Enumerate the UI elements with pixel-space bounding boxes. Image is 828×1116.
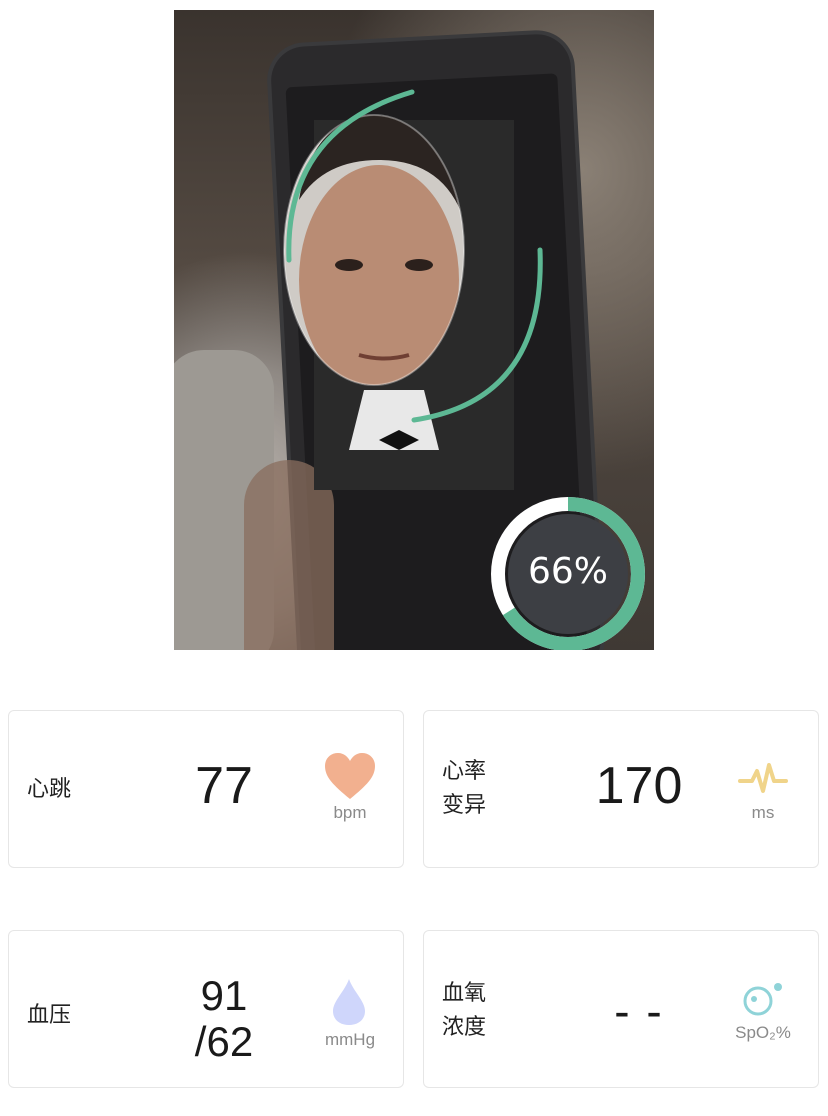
blood-oxygen-label: 血氧 浓度 [442, 977, 486, 1045]
water-drop-icon [333, 979, 365, 1025]
blood-oxygen-value-line: - - [614, 985, 664, 1037]
hrv-value-line: 170 [595, 757, 683, 815]
blood-oxygen-unit: SpO₂% [735, 1023, 791, 1042]
blood-oxygen-label-line-1: 血氧 [442, 981, 487, 1006]
heart-rate-label: 心跳 [27, 773, 71, 807]
progress-percent-label: 66% [527, 551, 608, 592]
blood-oxygen-card: 血氧 浓度 - - SpO₂% [423, 930, 819, 1088]
blood-pressure-label: 血压 [27, 999, 71, 1033]
blood-pressure-label-line: 血压 [27, 1003, 72, 1028]
blood-pressure-value: 91 /62 [149, 973, 299, 1065]
hrv-label-line-1: 心率 [442, 759, 487, 784]
right-eye [405, 259, 433, 271]
blood-pressure-unit: mmHg [324, 1030, 376, 1049]
heart-rate-value-line: 77 [195, 757, 253, 815]
hrv-card: 心率 变异 170 ms [423, 710, 819, 868]
blood-oxygen-label-line-2: 浓度 [442, 1015, 487, 1040]
hrv-label: 心率 变异 [442, 755, 486, 823]
left-eye [335, 259, 363, 271]
hrv-label-line-2: 变异 [442, 793, 487, 818]
camera-preview: 66% [174, 10, 654, 650]
heart-rate-unit: bpm [333, 803, 367, 822]
blood-oxygen-value: - - [564, 986, 714, 1036]
blood-pressure-systolic: 91 [200, 972, 248, 1019]
heart-rate-card: 心跳 77 bpm [8, 710, 404, 868]
hrv-unit: ms [751, 803, 775, 822]
hrv-value: 170 [564, 756, 714, 816]
heart-rate-label-line: 心跳 [27, 777, 72, 802]
blood-pressure-diastolic: /62 [194, 1018, 254, 1065]
heart-icon [325, 753, 375, 799]
blood-pressure-card: 血压 91 /62 mmHg [8, 930, 404, 1088]
heart-rate-value: 77 [149, 756, 299, 816]
pulse-icon [738, 763, 788, 793]
bubbles-icon [743, 983, 782, 1016]
